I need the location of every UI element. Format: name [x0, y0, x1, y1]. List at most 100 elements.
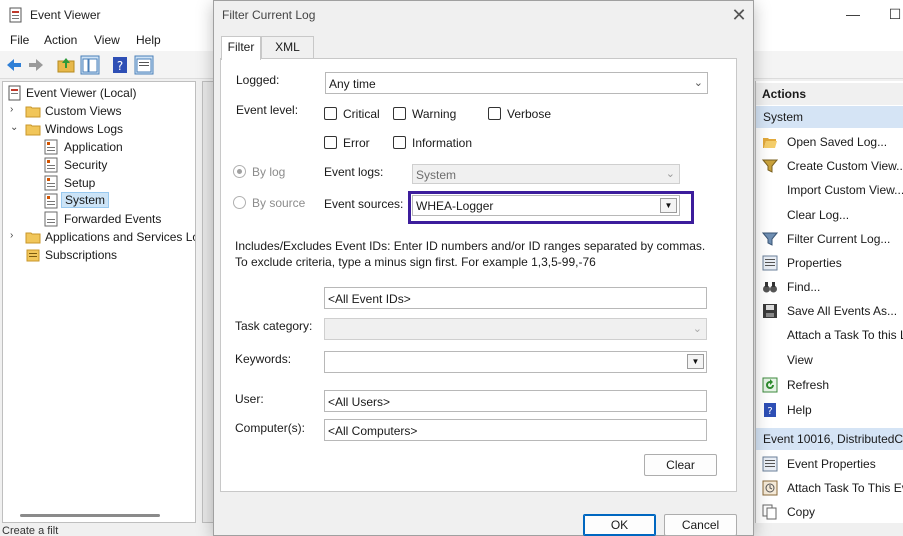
tree-item-label: Subscriptions	[45, 248, 118, 262]
properties-icon	[762, 456, 778, 472]
maximize-button[interactable]: ☐	[880, 4, 903, 24]
tree-item-label: Event Viewer (Local)	[26, 86, 137, 100]
action-refresh[interactable]: Refresh	[756, 374, 903, 396]
by-source-radio[interactable]	[233, 196, 246, 209]
action-clear-log[interactable]: Clear Log...	[756, 204, 903, 226]
action-label: Refresh	[787, 378, 830, 392]
information-checkbox[interactable]	[393, 136, 406, 149]
horizontal-scrollbar[interactable]	[20, 514, 160, 517]
actions-section-system[interactable]: System	[756, 106, 903, 128]
logged-value: Any time	[329, 77, 376, 91]
save-icon	[763, 304, 777, 318]
action-find[interactable]: Find...	[756, 276, 903, 298]
action-label: Clear Log...	[787, 208, 850, 222]
properties-icon	[762, 255, 778, 271]
event-ids-input[interactable]: <All Event IDs>	[324, 287, 707, 309]
user-input[interactable]: <All Users>	[324, 390, 707, 412]
error-label[interactable]: Error	[343, 136, 370, 150]
action-properties[interactable]: Properties	[756, 252, 903, 274]
tree-item-label: Setup	[64, 176, 96, 190]
error-checkbox[interactable]	[324, 136, 337, 149]
by-log-label[interactable]: By log	[252, 165, 285, 179]
menu-file[interactable]: File	[10, 33, 29, 47]
tree-item-applications-and-services[interactable]: › Applications and Services Lo	[3, 228, 195, 246]
action-view[interactable]: View	[756, 349, 903, 371]
action-copy[interactable]: Copy	[756, 501, 903, 523]
action-label: Save All Events As...	[787, 304, 898, 318]
by-log-radio[interactable]	[233, 165, 246, 178]
information-label[interactable]: Information	[412, 136, 472, 150]
window-title: Event Viewer	[30, 8, 101, 22]
clear-button[interactable]: Clear	[644, 454, 717, 476]
action-help[interactable]: ? Help	[756, 399, 903, 421]
critical-checkbox[interactable]	[324, 107, 337, 120]
computers-input[interactable]: <All Computers>	[324, 419, 707, 441]
chevron-down-icon: ⌄	[665, 168, 675, 180]
subscriptions-icon	[26, 249, 40, 262]
close-icon[interactable]: ✕	[728, 4, 750, 26]
logged-label: Logged:	[236, 73, 280, 87]
warning-checkbox[interactable]	[393, 107, 406, 120]
back-icon[interactable]	[4, 55, 24, 75]
expand-icon[interactable]: ›	[10, 104, 20, 118]
action-label: Event Properties	[787, 457, 876, 471]
folder-up-icon[interactable]	[56, 55, 76, 75]
action-import-custom-view[interactable]: Import Custom View...	[756, 179, 903, 201]
tree-item-security[interactable]: Security	[3, 156, 193, 174]
tree-item-subscriptions[interactable]: Subscriptions	[3, 246, 193, 264]
logged-dropdown[interactable]: Any time ⌄	[325, 72, 708, 94]
warning-label[interactable]: Warning	[412, 107, 456, 121]
dialog-title: Filter Current Log	[222, 8, 316, 22]
tree-item-setup[interactable]: Setup	[3, 174, 193, 192]
action-create-custom-view[interactable]: Create Custom View...	[756, 155, 903, 177]
task-category-dropdown[interactable]: ⌄	[324, 318, 707, 340]
action-open-saved-log[interactable]: Open Saved Log...	[756, 131, 903, 153]
keywords-dropdown[interactable]: ▼	[324, 351, 707, 373]
dropdown-arrow-icon[interactable]: ▼	[687, 354, 704, 369]
help-icon[interactable]: ?	[110, 55, 130, 75]
critical-label[interactable]: Critical	[343, 107, 380, 121]
filter-current-log-dialog: Filter Current Log ✕ Filter XML Logged: …	[213, 0, 754, 536]
event-logs-dropdown[interactable]: System ⌄	[412, 164, 680, 184]
folder-icon	[25, 232, 41, 244]
tab-xml[interactable]: XML	[261, 36, 314, 59]
tree-item-forwarded-events[interactable]: Forwarded Events	[3, 210, 193, 228]
cancel-button[interactable]: Cancel	[664, 514, 737, 536]
tree-item-custom-views[interactable]: › Custom Views	[3, 102, 193, 120]
show-hide-tree-icon[interactable]	[80, 55, 100, 75]
minimize-button[interactable]: —	[838, 4, 868, 24]
action-attach-task-log[interactable]: Attach a Task To this L	[756, 324, 903, 346]
by-source-label[interactable]: By source	[252, 196, 305, 210]
chevron-down-icon: ⌄	[693, 77, 703, 89]
verbose-checkbox[interactable]	[488, 107, 501, 120]
properties-icon[interactable]	[134, 55, 154, 75]
action-attach-task-event[interactable]: Attach Task To This Ev	[756, 477, 903, 499]
chevron-down-icon: ⌄	[692, 323, 702, 335]
tree-item-system[interactable]: System	[3, 192, 193, 210]
actions-title: Actions	[762, 87, 807, 101]
actions-header: Actions	[756, 83, 903, 105]
menu-help[interactable]: Help	[136, 33, 161, 47]
log-icon	[44, 211, 58, 227]
tree-item-windows-logs[interactable]: ⌄ Windows Logs	[3, 120, 193, 138]
user-label: User:	[235, 392, 264, 406]
actions-section-event[interactable]: Event 10016, DistributedCO	[756, 428, 903, 450]
event-id-description: Includes/Excludes Event IDs: Enter ID nu…	[235, 239, 706, 269]
computers-label: Computer(s):	[235, 421, 306, 435]
tab-filter[interactable]: Filter	[221, 36, 261, 60]
action-label: Open Saved Log...	[787, 135, 888, 149]
filter-icon	[762, 159, 778, 173]
expand-icon[interactable]: ›	[10, 230, 20, 244]
tree-item-application[interactable]: Application	[3, 138, 193, 156]
ok-button[interactable]: OK	[583, 514, 656, 536]
action-event-properties[interactable]: Event Properties	[756, 453, 903, 475]
verbose-label[interactable]: Verbose	[507, 107, 551, 121]
action-filter-current-log[interactable]: Filter Current Log...	[756, 228, 903, 250]
tree-item-event-viewer-local[interactable]: Event Viewer (Local)	[3, 84, 193, 102]
action-save-all-events[interactable]: Save All Events As...	[756, 300, 903, 322]
menu-action[interactable]: Action	[44, 33, 77, 47]
filter-icon	[762, 232, 778, 246]
forward-icon[interactable]	[26, 55, 46, 75]
menu-view[interactable]: View	[94, 33, 120, 47]
collapse-icon[interactable]: ⌄	[10, 122, 20, 136]
